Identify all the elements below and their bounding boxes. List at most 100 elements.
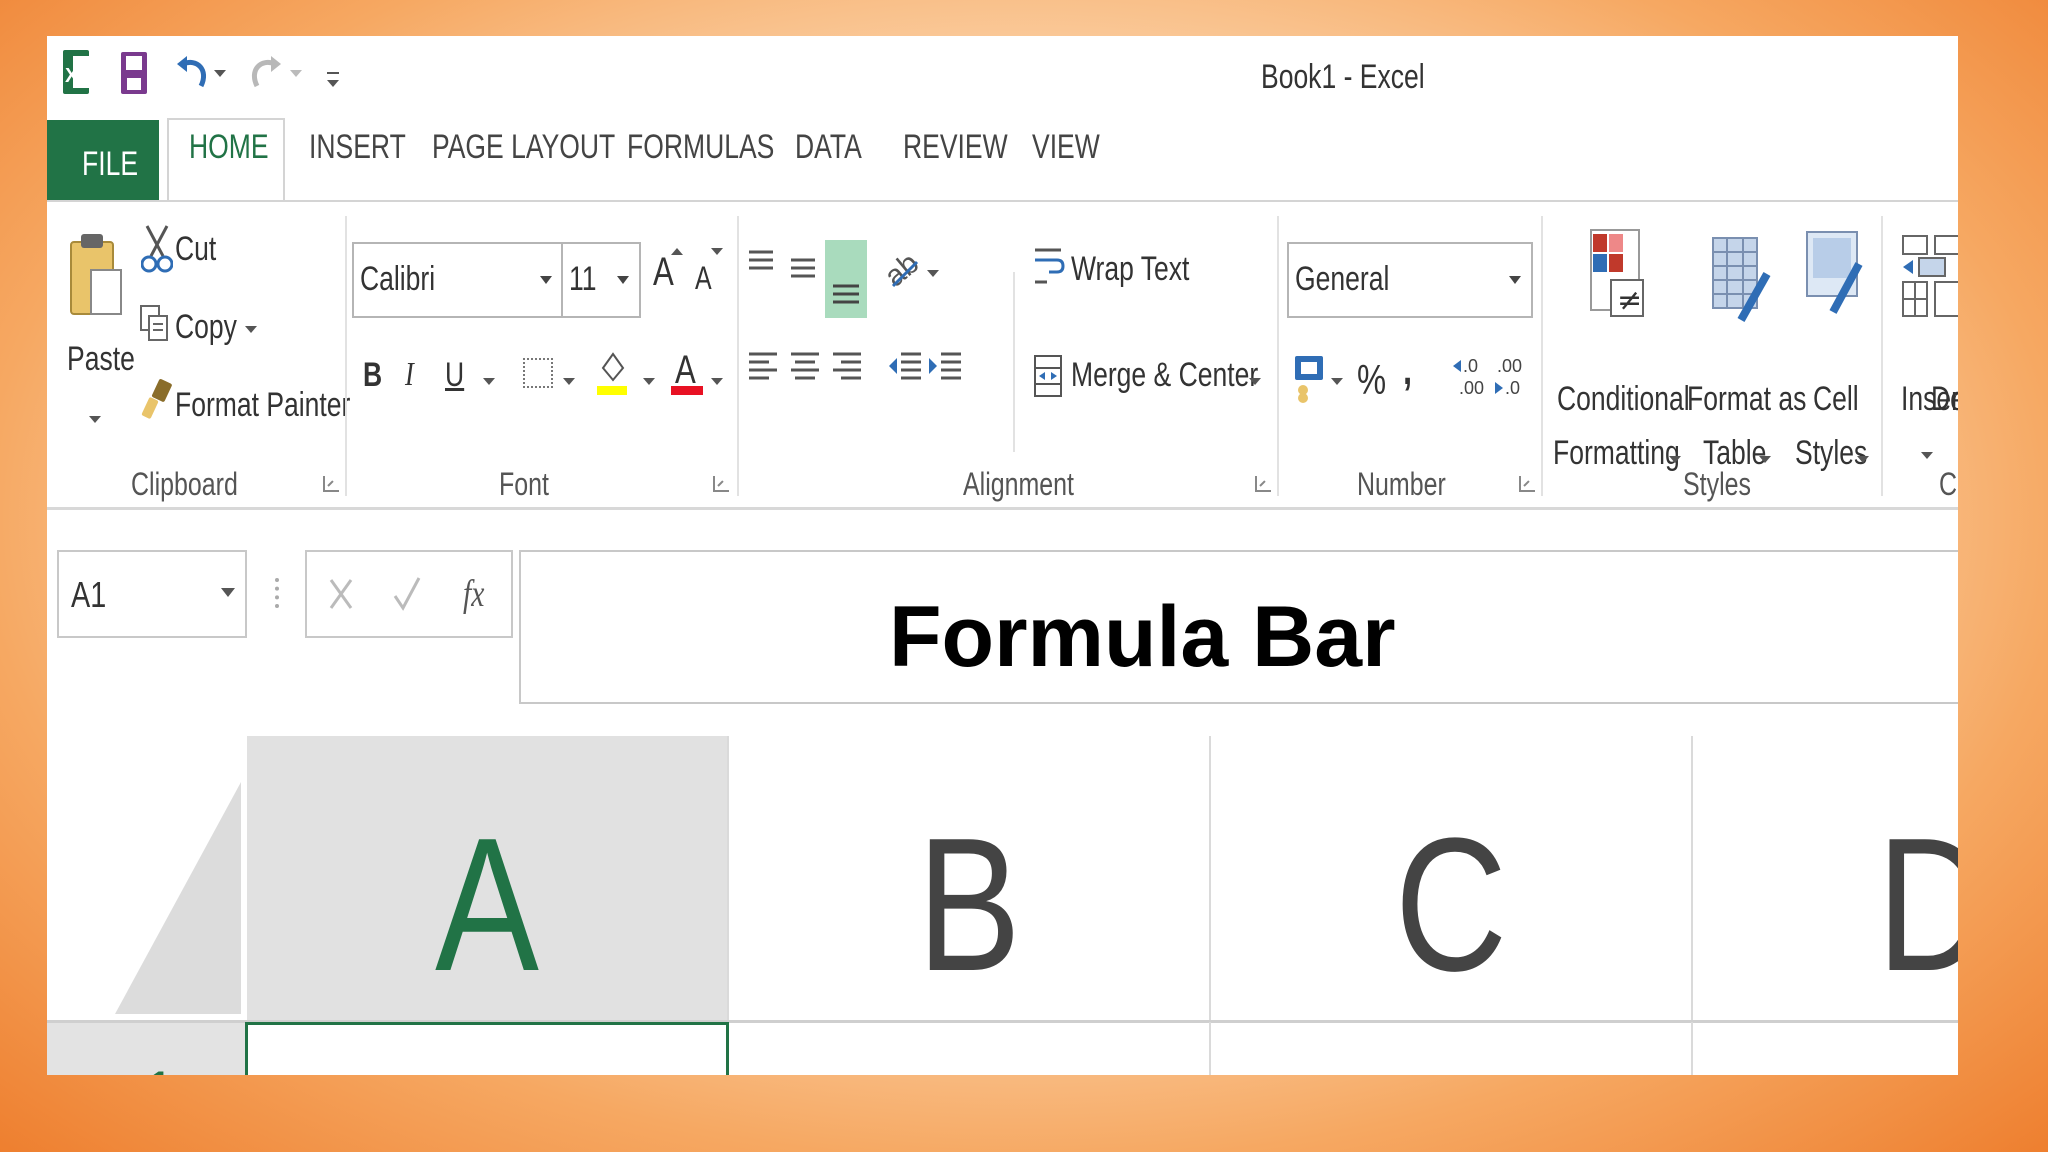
cut-icon[interactable] [141,224,173,274]
delete-cells-label[interactable]: De [1931,380,1958,419]
undo-dropdown-icon[interactable] [214,70,226,77]
copy-button[interactable]: Copy [175,308,237,347]
format-as-table-label-1[interactable]: Format as [1687,380,1806,419]
cell-styles-dropdown-icon[interactable] [1857,456,1869,463]
formula-function-box: fx [305,550,513,638]
orientation-dropdown-icon[interactable] [927,270,939,277]
column-header-b[interactable]: B [729,736,1211,1020]
clipboard-launcher-icon[interactable] [323,476,339,492]
merge-center-icon[interactable] [1033,354,1063,398]
column-header-c[interactable]: C [1211,736,1693,1020]
copy-icon[interactable] [139,304,171,344]
svg-text:≠: ≠ [1617,283,1642,318]
paste-dropdown-icon[interactable] [89,416,101,423]
column-header-d[interactable]: D [1693,736,1958,1020]
increase-decimal-icon[interactable]: .0.00 [1451,352,1485,400]
borders-dropdown-icon[interactable] [563,378,575,385]
window-title: Book1 - Excel [1261,58,1425,96]
insert-dropdown-icon[interactable] [1921,452,1933,459]
tab-data[interactable]: DATA [795,128,862,167]
accounting-format-icon[interactable] [1293,354,1327,404]
paste-label[interactable]: Paste [67,340,135,379]
wrap-text-button[interactable]: Wrap Text [1071,250,1189,289]
svg-text:ab: ab [883,247,923,294]
italic-button[interactable]: I [405,356,414,394]
format-painter-icon[interactable] [141,378,173,422]
format-as-table-dropdown-icon[interactable] [1759,456,1771,463]
align-center-icon[interactable] [789,348,821,384]
decrease-font-icon[interactable]: A [695,260,712,297]
conditional-formatting-label-2[interactable]: Formatting [1553,434,1680,473]
delete-cells-icon[interactable] [1933,232,1958,322]
fill-color-icon[interactable] [595,348,631,396]
number-format-select[interactable]: General [1287,242,1533,318]
conditional-formatting-label-1[interactable]: Conditional [1557,380,1690,419]
merge-center-button[interactable]: Merge & Center [1071,356,1258,395]
underline-dropdown-icon[interactable] [483,378,495,385]
svg-text:.00: .00 [1497,356,1522,376]
conditional-formatting-icon[interactable]: ≠ [1587,228,1647,324]
font-size-select[interactable]: 11 [561,242,641,318]
format-painter-button[interactable]: Format Painter [175,386,350,425]
font-launcher-icon[interactable] [713,476,729,492]
customize-toolbar-icon[interactable] [327,72,339,74]
save-icon[interactable] [119,50,149,96]
paste-icon[interactable] [67,228,125,324]
undo-icon[interactable] [175,48,209,94]
cell-a1[interactable] [245,1022,729,1075]
svg-text:.0: .0 [1463,356,1478,376]
font-name-select[interactable]: Calibri [352,242,564,318]
increase-font-icon[interactable]: A [653,250,674,295]
align-right-icon[interactable] [831,348,863,384]
align-middle-icon[interactable] [789,254,817,284]
decrease-indent-icon[interactable] [887,348,923,384]
number-launcher-icon[interactable] [1519,476,1535,492]
tab-formulas[interactable]: FORMULAS [627,128,774,167]
underline-button[interactable]: U [445,356,464,395]
select-all-corner[interactable] [47,736,247,1020]
percent-button[interactable]: % [1357,356,1386,404]
font-color-icon[interactable]: A [671,348,703,396]
cell-styles-label-2[interactable]: Styles [1795,434,1867,473]
cut-button[interactable]: Cut [175,230,216,269]
cancel-icon[interactable] [327,574,355,614]
increase-indent-icon[interactable] [927,348,963,384]
wrap-text-icon[interactable] [1033,244,1065,294]
align-left-icon[interactable] [747,348,779,384]
formula-bar-grip-icon[interactable] [275,578,283,608]
alignment-launcher-icon[interactable] [1255,476,1271,492]
align-bottom-button[interactable] [825,240,867,318]
orientation-icon[interactable]: ab [883,246,923,294]
decrease-decimal-icon[interactable]: .00.0 [1491,352,1525,400]
fill-color-dropdown-icon[interactable] [643,378,655,385]
enter-check-icon[interactable] [391,574,421,614]
borders-icon[interactable] [523,358,553,388]
tab-view[interactable]: VIEW [1032,128,1100,167]
redo-icon[interactable] [249,48,283,94]
cell-styles-label-1[interactable]: Cell [1813,380,1859,419]
accounting-dropdown-icon[interactable] [1331,378,1343,385]
svg-text:.0: .0 [1505,378,1520,398]
comma-button[interactable]: , [1403,346,1412,394]
name-box[interactable]: A1 [57,550,247,638]
format-as-table-icon[interactable] [1709,234,1773,330]
bold-button[interactable]: B [363,356,382,395]
insert-function-icon[interactable]: fx [463,572,484,616]
tab-file[interactable]: FILE [47,120,159,200]
tab-page-layout[interactable]: PAGE LAYOUT [432,128,615,167]
copy-dropdown-icon[interactable] [245,326,257,333]
merge-dropdown-icon[interactable] [1249,378,1261,385]
conditional-formatting-dropdown-icon[interactable] [1669,456,1681,463]
row-header-1[interactable]: 1 [47,1023,245,1075]
chevron-down-icon [617,276,629,284]
redo-dropdown-icon[interactable] [290,70,302,77]
column-header-a[interactable]: A [247,736,729,1020]
font-color-dropdown-icon[interactable] [711,378,723,385]
tab-review[interactable]: REVIEW [903,128,1008,167]
align-top-icon[interactable] [747,248,775,278]
cell-styles-icon[interactable] [1803,228,1865,324]
excel-logo-icon: X [63,50,91,94]
tab-insert[interactable]: INSERT [309,128,406,167]
svg-text:X: X [65,65,79,87]
formula-input[interactable]: Formula Bar [519,550,1958,704]
